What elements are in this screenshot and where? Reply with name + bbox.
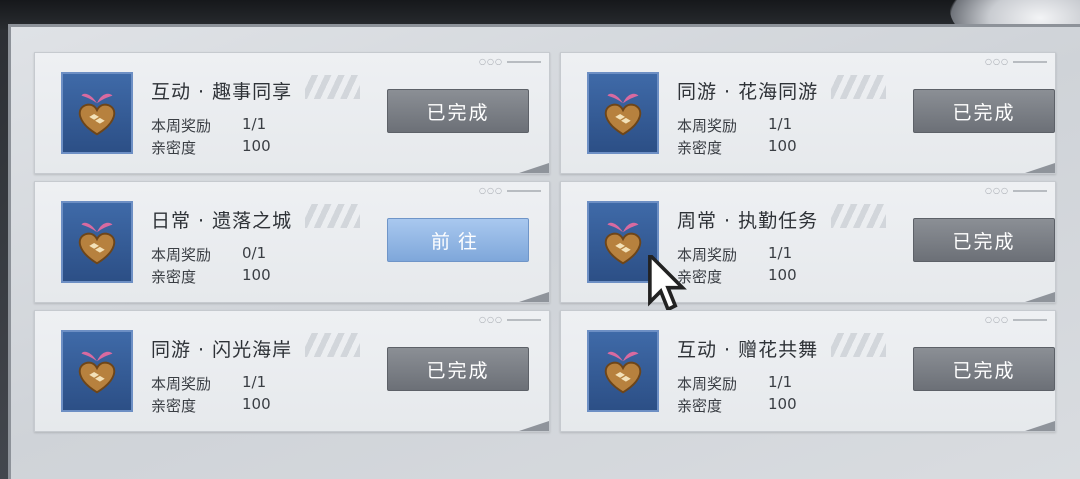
completed-button[interactable]: 已完成 [387,347,529,391]
intimacy-row: 亲密度 100 [151,395,271,416]
task-title: 同游 · 闪光海岸 [151,339,293,361]
task-icon-frame [61,72,133,154]
task-title: 互动 · 赠花共舞 [677,339,819,361]
intimacy-row: 亲密度 100 [677,395,797,416]
intimacy-label: 亲密度 [677,268,723,286]
completed-button[interactable]: 已完成 [387,89,529,133]
intimacy-value: 100 [768,137,797,155]
weekly-reward-value: 1/1 [768,244,793,262]
title-stripes [831,75,886,99]
heart-sprout-icon [604,351,642,394]
heart-sprout-icon [604,93,642,136]
intimacy-label: 亲密度 [151,268,197,286]
title-stripes [831,333,886,357]
card-corner [519,163,549,173]
weekly-reward-row: 本周奖励 1/1 [151,373,266,394]
card-corner [519,292,549,302]
task-title: 日常 · 遗落之城 [151,210,293,232]
weekly-reward-label: 本周奖励 [151,246,212,264]
go-button[interactable]: 前往 [387,218,529,262]
task-card: ○○○ 互动 · 赠花共舞 本周奖励 1/1 亲密度 100 已完成 [560,310,1056,432]
heart-sprout-icon [78,222,116,265]
task-title: 周常 · 执勤任务 [677,210,819,232]
card-corner [1025,292,1055,302]
weekly-reward-label: 本周奖励 [151,117,212,135]
title-stripes [305,204,360,228]
intimacy-row: 亲密度 100 [151,266,271,287]
intimacy-label: 亲密度 [151,139,197,157]
title-stripes [305,75,360,99]
completed-button[interactable]: 已完成 [913,218,1055,262]
task-icon-frame [61,330,133,412]
card-decoration: ○○○ [985,315,1047,324]
intimacy-label: 亲密度 [677,139,723,157]
weekly-reward-value: 1/1 [242,373,267,391]
weekly-reward-row: 本周奖励 1/1 [677,373,792,394]
task-icon-frame [587,201,687,312]
card-corner [1025,163,1055,173]
weekly-reward-row: 本周奖励 1/1 [151,115,266,136]
card-decoration: ○○○ [985,186,1047,195]
weekly-reward-label: 本周奖励 [677,246,738,264]
card-decoration: ○○○ [479,57,541,66]
intimacy-value: 100 [242,137,271,155]
intimacy-value: 100 [768,266,797,284]
intimacy-value: 100 [242,266,271,284]
weekly-reward-value: 1/1 [768,373,793,391]
card-decoration: ○○○ [479,315,541,324]
weekly-reward-label: 本周奖励 [677,117,738,135]
intimacy-row: 亲密度 100 [151,137,271,158]
weekly-reward-row: 本周奖励 0/1 [151,244,266,265]
task-icon-frame [587,330,659,412]
intimacy-row: 亲密度 100 [677,137,797,158]
task-card: ○○○ 周常 · 执勤任务 本周奖励 1/1 亲密度 100 已完成 [560,181,1056,312]
intimacy-value: 100 [768,395,797,413]
task-card: ○○○ 互动 · 趣事同享 本周奖励 1/1 亲密度 100 已完成 [34,52,550,174]
card-corner [519,421,549,431]
task-title: 同游 · 花海同游 [677,81,819,103]
task-title: 互动 · 趣事同享 [151,81,293,103]
weekly-reward-value: 1/1 [768,115,793,133]
weekly-reward-row: 本周奖励 1/1 [677,115,792,136]
task-icon-frame [61,201,133,283]
task-grid: ○○○ 互动 · 趣事同享 本周奖励 1/1 亲密度 100 已完成 ○○○ 同… [34,52,1056,434]
weekly-reward-row: 本周奖励 1/1 [677,244,792,265]
heart-sprout-icon [78,93,116,136]
intimacy-row: 亲密度 100 [677,266,797,287]
weekly-reward-label: 本周奖励 [151,375,212,393]
task-card: ○○○ 日常 · 遗落之城 本周奖励 0/1 亲密度 100 前往 [34,181,550,303]
task-icon-frame [587,72,659,154]
intimacy-label: 亲密度 [151,397,197,415]
heart-sprout-icon [78,351,116,394]
intimacy-value: 100 [242,395,271,413]
title-stripes [305,333,360,357]
weekly-reward-label: 本周奖励 [677,375,738,393]
weekly-reward-value: 0/1 [242,244,267,262]
task-card: ○○○ 同游 · 闪光海岸 本周奖励 1/1 亲密度 100 已完成 [34,310,550,432]
task-card: ○○○ 同游 · 花海同游 本周奖励 1/1 亲密度 100 已完成 [560,52,1056,174]
card-decoration: ○○○ [479,186,541,195]
completed-button[interactable]: 已完成 [913,89,1055,133]
intimacy-label: 亲密度 [677,397,723,415]
completed-button[interactable]: 已完成 [913,347,1055,391]
card-decoration: ○○○ [985,57,1047,66]
title-stripes [831,204,886,228]
weekly-reward-value: 1/1 [242,115,267,133]
card-corner [1025,421,1055,431]
